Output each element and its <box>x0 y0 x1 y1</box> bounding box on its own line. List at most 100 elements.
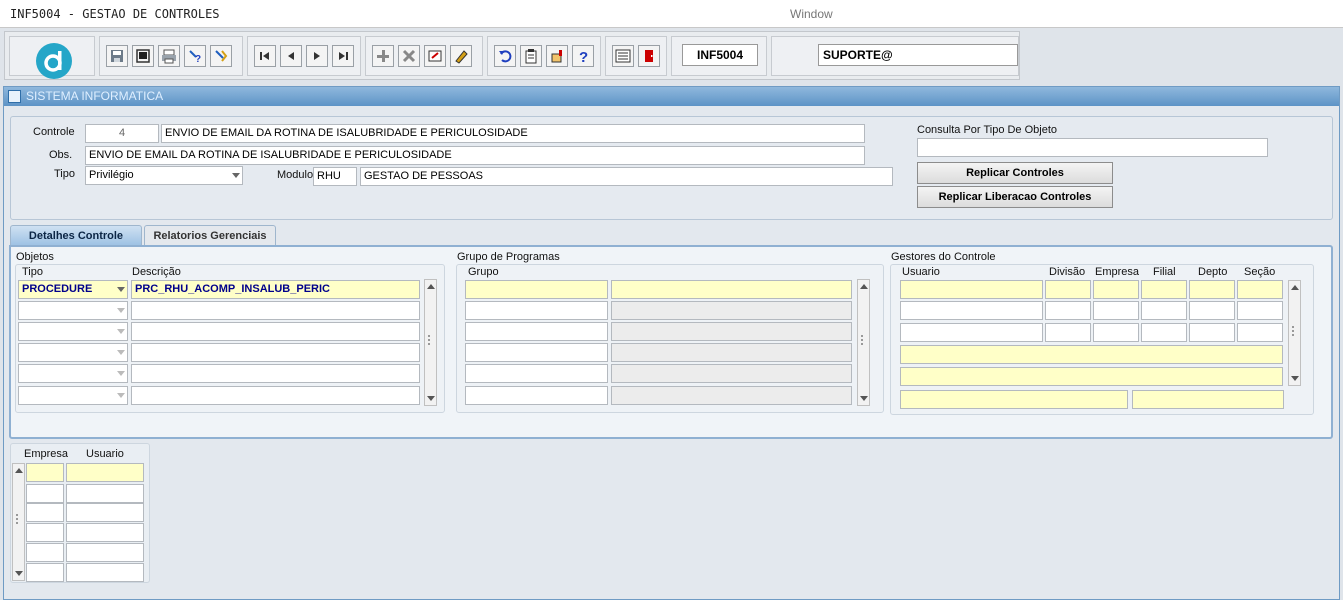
chevron-down-icon[interactable] <box>117 371 125 376</box>
edit-icon[interactable] <box>450 45 472 67</box>
chevron-down-icon[interactable] <box>117 393 125 398</box>
gestor-filial-field[interactable] <box>1141 323 1187 342</box>
acesso-empresa-field[interactable] <box>26 503 64 522</box>
gestor-depto-field[interactable] <box>1189 323 1235 342</box>
gestor-divisao-field[interactable] <box>1045 301 1091 320</box>
gestor-empresa-field[interactable] <box>1093 280 1139 299</box>
gestores-scrollbar[interactable] <box>1288 280 1301 386</box>
chevron-down-icon[interactable] <box>232 173 240 178</box>
gestor-secao-field[interactable] <box>1237 323 1283 342</box>
scroll-up-icon[interactable] <box>1289 281 1300 294</box>
gestor-divisao-field[interactable] <box>1045 323 1091 342</box>
objeto-tipo-select[interactable] <box>18 386 128 405</box>
gestor-secao-field[interactable] <box>1237 301 1283 320</box>
scroll-grip-icon[interactable] <box>861 335 866 345</box>
objeto-tipo-select[interactable]: PROCEDURE <box>18 280 128 299</box>
scroll-grip-icon[interactable] <box>1292 326 1297 336</box>
delete-record-icon[interactable] <box>398 45 420 67</box>
acesso-empresa-field[interactable] <box>26 463 64 482</box>
scroll-down-icon[interactable] <box>425 392 436 405</box>
previous-record-icon[interactable] <box>280 45 302 67</box>
replicar-controles-button[interactable]: Replicar Controles <box>917 162 1113 184</box>
grupo-code-field[interactable] <box>465 364 608 383</box>
objeto-descricao-field[interactable] <box>131 301 420 320</box>
chevron-down-icon[interactable] <box>117 329 125 334</box>
modulo-code-field[interactable]: RHU <box>313 167 357 186</box>
acesso-empresa-field[interactable] <box>26 543 64 562</box>
last-record-icon[interactable] <box>332 45 354 67</box>
acesso-usuario-field[interactable] <box>66 503 144 522</box>
scroll-down-icon[interactable] <box>1289 372 1300 385</box>
scroll-up-icon[interactable] <box>858 280 869 293</box>
help-query-icon[interactable]: ? <box>184 45 206 67</box>
chevron-down-icon[interactable] <box>117 308 125 313</box>
insert-record-icon[interactable] <box>372 45 394 67</box>
scroll-grip-icon[interactable] <box>16 514 21 524</box>
undo-icon[interactable] <box>494 45 516 67</box>
gestor-filial-field[interactable] <box>1141 301 1187 320</box>
obs-field[interactable]: ENVIO DE EMAIL DA ROTINA DE ISALUBRIDADE… <box>85 146 865 165</box>
grupo-code-field[interactable] <box>465 343 608 362</box>
acesso-empresa-field[interactable] <box>26 563 64 582</box>
menu-icon[interactable] <box>612 45 634 67</box>
objeto-tipo-select[interactable] <box>18 301 128 320</box>
acesso-empresa-field[interactable] <box>26 484 64 503</box>
controle-id-field[interactable]: 4 <box>85 124 159 143</box>
acesso-usuario-field[interactable] <box>66 463 144 482</box>
print-preview-icon[interactable] <box>132 45 154 67</box>
gestor-filial-field[interactable] <box>1141 280 1187 299</box>
print-icon[interactable] <box>158 45 180 67</box>
replicar-liberacao-button[interactable]: Replicar Liberacao Controles <box>917 186 1113 208</box>
hand-pointer-icon[interactable] <box>546 45 568 67</box>
modulo-name-field[interactable]: GESTAO DE PESSOAS <box>360 167 893 186</box>
objeto-descricao-field[interactable]: PRC_RHU_ACOMP_INSALUB_PERIC <box>131 280 420 299</box>
exit-icon[interactable] <box>638 45 660 67</box>
objeto-descricao-field[interactable] <box>131 386 420 405</box>
clear-form-icon[interactable] <box>424 45 446 67</box>
gestor-depto-field[interactable] <box>1189 301 1235 320</box>
tab-detalhes-controle[interactable]: Detalhes Controle <box>10 225 142 245</box>
window-menu-label[interactable]: Window <box>790 7 833 21</box>
next-record-icon[interactable] <box>306 45 328 67</box>
controle-name-field[interactable]: ENVIO DE EMAIL DA ROTINA DE ISALUBRIDADE… <box>161 124 865 143</box>
scroll-down-icon[interactable] <box>858 392 869 405</box>
first-record-icon[interactable] <box>254 45 276 67</box>
tipo-select[interactable]: Privilégio <box>85 166 243 185</box>
objeto-tipo-select[interactable] <box>18 322 128 341</box>
scroll-grip-icon[interactable] <box>428 335 433 345</box>
chevron-down-icon[interactable] <box>117 350 125 355</box>
grupo-scrollbar[interactable] <box>857 279 870 406</box>
objeto-tipo-select[interactable] <box>18 364 128 383</box>
objeto-descricao-field[interactable] <box>131 343 420 362</box>
grupo-code-field[interactable] <box>465 280 608 299</box>
acesso-empresa-field[interactable] <box>26 523 64 542</box>
gestor-secao-field[interactable] <box>1237 280 1283 299</box>
grupo-code-field[interactable] <box>465 301 608 320</box>
clipboard-icon[interactable] <box>520 45 542 67</box>
consulta-field[interactable] <box>917 138 1268 157</box>
gestor-divisao-field[interactable] <box>1045 280 1091 299</box>
tab-relatorios-gerenciais[interactable]: Relatorios Gerenciais <box>144 225 276 245</box>
scroll-up-icon[interactable] <box>13 464 24 477</box>
chevron-down-icon[interactable] <box>117 287 125 292</box>
acesso-scrollbar[interactable] <box>12 463 25 581</box>
gestor-usuario-field[interactable] <box>900 301 1043 320</box>
save-icon[interactable] <box>106 45 128 67</box>
grupo-code-field[interactable] <box>465 386 608 405</box>
gestor-empresa-field[interactable] <box>1093 301 1139 320</box>
objetos-scrollbar[interactable] <box>424 279 437 406</box>
acesso-usuario-field[interactable] <box>66 543 144 562</box>
acesso-usuario-field[interactable] <box>66 563 144 582</box>
gestor-usuario-field[interactable] <box>900 323 1043 342</box>
gestor-usuario-field[interactable] <box>900 280 1043 299</box>
objeto-descricao-field[interactable] <box>131 364 420 383</box>
objeto-tipo-select[interactable] <box>18 343 128 362</box>
gestor-depto-field[interactable] <box>1189 280 1235 299</box>
gestor-empresa-field[interactable] <box>1093 323 1139 342</box>
scroll-down-icon[interactable] <box>13 567 24 580</box>
acesso-usuario-field[interactable] <box>66 484 144 503</box>
scroll-up-icon[interactable] <box>425 280 436 293</box>
help-icon[interactable]: ? <box>572 45 594 67</box>
objeto-descricao-field[interactable] <box>131 322 420 341</box>
execute-query-icon[interactable] <box>210 45 232 67</box>
